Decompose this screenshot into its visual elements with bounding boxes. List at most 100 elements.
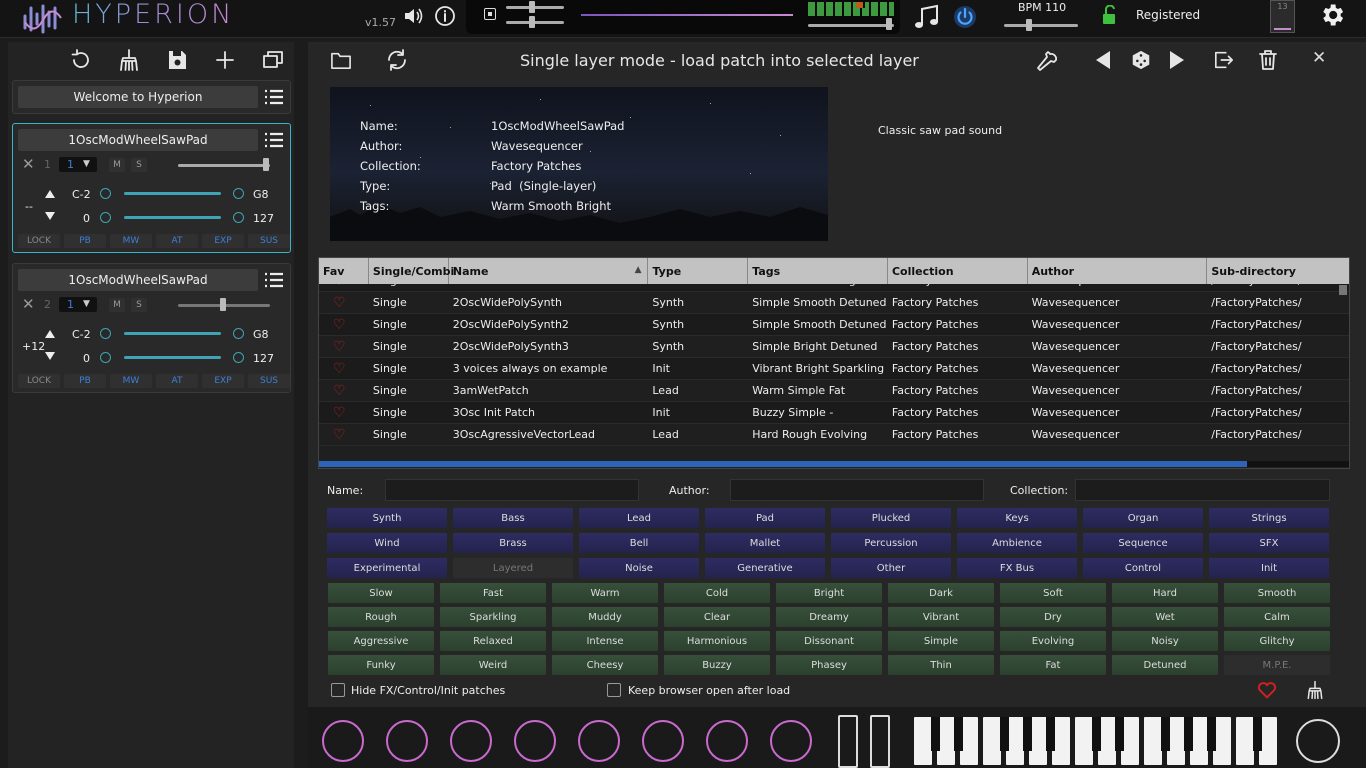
table-row[interactable]: ♡ Single 2OscWidePolySynth Synth Simple Smoo… [319,292,1349,314]
menu-list-icon[interactable] [264,89,284,105]
col-author[interactable]: Author [1028,258,1208,284]
layer-1-volume-handle[interactable] [263,158,269,171]
layer-2-volume-handle[interactable] [220,298,226,311]
power-icon[interactable] [952,4,978,30]
layer-2-channel-select[interactable]: 1 ▼ [59,297,97,312]
black-key[interactable] [1207,717,1216,751]
category-tag-wind[interactable]: Wind [327,533,447,553]
category-tag-strings[interactable]: Strings [1209,508,1329,528]
knob-7[interactable] [706,720,748,762]
attribute-tag-bright[interactable]: Bright [776,583,882,603]
hide-fx-checkbox[interactable] [331,683,345,697]
layer-1-solo-button[interactable]: S [131,158,147,172]
attribute-tag-relaxed[interactable]: Relaxed [440,631,546,651]
speaker-icon[interactable] [403,6,425,26]
attribute-tag-m-p-e-[interactable]: M.P.E. [1224,655,1330,675]
music-note-icon[interactable] [913,3,941,31]
next-arrow-icon[interactable] [1168,50,1186,70]
category-tag-pad[interactable]: Pad [705,508,825,528]
info-icon[interactable] [434,5,456,27]
layer-slot-2[interactable]: 1OscModWheelSawPad ✕ 2 1 ▼ M S +12 C-2 G… [12,263,291,393]
layer-slot-1[interactable]: 1OscModWheelSawPad ✕ 1 1 ▼ M S -- C-2 G8… [12,123,291,253]
category-tag-lead[interactable]: Lead [579,508,699,528]
attribute-tag-hard[interactable]: Hard [1112,583,1218,603]
attribute-tag-intense[interactable]: Intense [552,631,658,651]
folder-icon[interactable] [330,50,352,70]
attribute-tag-harmonious[interactable]: Harmonious [664,631,770,651]
favorite-heart-icon[interactable] [1257,681,1277,699]
settings-gear-icon[interactable] [1318,1,1346,29]
pitch-wheel[interactable] [838,715,858,768]
transpose-down-icon[interactable] [45,352,55,360]
high-vel-ring-icon[interactable] [233,352,244,363]
top-slider-2[interactable] [506,21,564,24]
attribute-tag-smooth[interactable]: Smooth [1224,583,1330,603]
attribute-tag-phasey[interactable]: Phasey [776,655,882,675]
duplicate-icon[interactable] [260,48,286,72]
table-row[interactable]: ♡ Single 3OscAgressiveVectorLead Lead Hard R… [319,424,1349,446]
category-tag-noise[interactable]: Noise [579,558,699,578]
col-tags[interactable]: Tags [748,258,888,284]
attribute-tag-dark[interactable]: Dark [888,583,994,603]
layer-2-close-icon[interactable]: ✕ [22,295,35,313]
fav-heart-icon[interactable]: ♡ [319,383,369,399]
close-icon[interactable]: ✕ [1312,48,1326,68]
black-key[interactable] [1253,717,1262,751]
col-collection[interactable]: Collection [888,258,1028,284]
category-tag-experimental[interactable]: Experimental [327,558,447,578]
layer-1-name[interactable]: 1OscModWheelSawPad [18,129,258,151]
black-key[interactable] [1046,717,1055,751]
attribute-tag-rough[interactable]: Rough [328,607,434,627]
table-row[interactable]: ♡ Single 2OscWidePolySynth3 Synth Simple Bri… [319,336,1349,358]
category-tag-keys[interactable]: Keys [957,508,1077,528]
piano-keyboard[interactable] [914,707,1286,768]
bpm-slider-handle[interactable] [1026,19,1032,31]
black-key[interactable] [1115,717,1124,751]
fav-heart-icon[interactable]: ♡ [319,361,369,377]
attribute-tag-cheesy[interactable]: Cheesy [552,655,658,675]
col-name[interactable]: Name ▲ [449,258,649,284]
low-vel-ring-icon[interactable] [100,352,111,363]
category-tag-bell[interactable]: Bell [579,533,699,553]
attribute-tag-dissonant[interactable]: Dissonant [776,631,882,651]
knob-4[interactable] [514,720,556,762]
attribute-tag-fast[interactable]: Fast [440,583,546,603]
layer-1-mw-button[interactable]: MW [110,234,152,248]
horizontal-scroll-thumb[interactable] [319,461,1247,467]
white-key[interactable] [1236,717,1254,765]
layer-1-lock-button[interactable]: LOCK [18,234,60,248]
top-slider-1-handle[interactable] [529,1,535,13]
previous-arrow-icon[interactable] [1094,50,1112,70]
category-tag-ambience[interactable]: Ambience [957,533,1077,553]
black-key[interactable] [954,717,963,751]
layer-2-velocity-slider[interactable] [124,356,221,359]
plus-icon[interactable] [212,48,238,72]
high-vel-ring-icon[interactable] [233,212,244,223]
attribute-tag-vibrant[interactable]: Vibrant [888,607,994,627]
category-tag-bass[interactable]: Bass [453,508,573,528]
clear-filter-broom-icon[interactable] [1305,679,1325,701]
category-tag-control[interactable]: Control [1083,558,1203,578]
white-key[interactable] [1075,717,1093,765]
transpose-up-icon[interactable] [45,190,55,198]
attribute-tag-clear[interactable]: Clear [664,607,770,627]
attribute-tag-dreamy[interactable]: Dreamy [776,607,882,627]
knob-3[interactable] [450,720,492,762]
attribute-tag-thin[interactable]: Thin [888,655,994,675]
col-fav[interactable]: Fav [319,258,369,284]
search-name-input[interactable] [385,479,639,501]
vertical-scroll-thumb[interactable] [1339,285,1347,295]
attribute-tag-aggressive[interactable]: Aggressive [328,631,434,651]
knob-2[interactable] [386,720,428,762]
attribute-tag-dry[interactable]: Dry [1000,607,1106,627]
layer-2-name[interactable]: 1OscModWheelSawPad [18,269,258,291]
attribute-tag-weird[interactable]: Weird [440,655,546,675]
black-key[interactable] [1023,717,1032,751]
col-type[interactable]: Type [648,258,749,284]
bpm-slider[interactable] [1004,24,1078,27]
attribute-tag-simple[interactable]: Simple [888,631,994,651]
black-key[interactable] [931,717,940,751]
layer-2-mw-button[interactable]: MW [110,374,152,388]
black-key[interactable] [1161,717,1170,751]
transpose-down-icon[interactable] [45,212,55,220]
